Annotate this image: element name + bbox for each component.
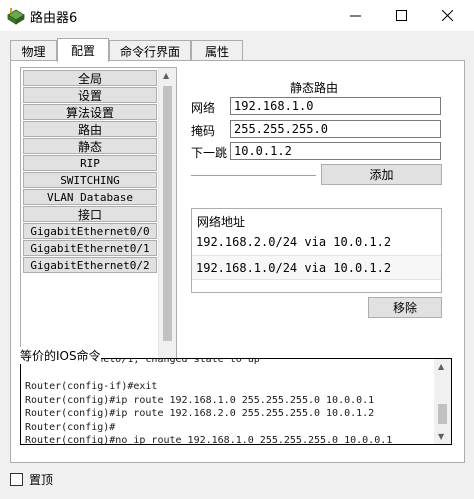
topmost-toggle[interactable]: 置顶 (10, 471, 53, 488)
mask-label: 掩码 (191, 124, 216, 138)
nav-scrollbar[interactable]: ▲ ▼ (158, 68, 176, 371)
nav-interface[interactable]: 接口 (23, 206, 157, 222)
maximize-icon (395, 10, 407, 21)
console-lines: GigabitEthernet0/1, changed state to up … (25, 359, 393, 445)
router-app-icon (7, 8, 25, 25)
topmost-label: 置顶 (29, 473, 54, 487)
minimize-button[interactable] (332, 0, 378, 31)
console-line: Router(config)# (25, 421, 116, 433)
window-title: 路由器6 (30, 11, 78, 26)
scroll-down-icon[interactable]: ▼ (438, 432, 444, 441)
ios-console[interactable]: GigabitEthernet0/1, changed state to up … (20, 358, 452, 445)
close-icon (441, 10, 453, 21)
nav-switching[interactable]: SWITCHING (23, 172, 157, 188)
nav-gig0-0[interactable]: GigabitEthernet0/0 (23, 223, 157, 239)
scroll-up-icon[interactable]: ▲ (438, 362, 444, 371)
nav-list: 全局 设置 算法设置 路由 静态 RIP SWITCHING VLAN Data… (23, 70, 157, 274)
console-line: Router(config)#ip route 192.168.1.0 255.… (25, 394, 375, 406)
tab-physical[interactable]: 物理 (10, 40, 57, 61)
network-input[interactable]: 192.168.1.0 (230, 97, 441, 115)
console-line: Router(config-if)#exit (25, 381, 158, 392)
nav-routing[interactable]: 路由 (23, 121, 157, 137)
ios-commands-label: 等价的IOS命令 (20, 347, 101, 364)
tab-config[interactable]: 配置 (57, 38, 109, 62)
network-label: 网络 (191, 101, 216, 115)
mask-input[interactable]: 255.255.255.0 (230, 120, 441, 138)
nav-algorithm-settings[interactable]: 算法设置 (23, 104, 157, 120)
minimize-icon (349, 15, 361, 17)
console-line: Router(config)#ip route 192.168.2.0 255.… (25, 408, 375, 419)
nav-gig0-2[interactable]: GigabitEthernet0/2 (23, 257, 157, 273)
route-row[interactable]: 192.168.2.0/24 via 10.0.1.2 (192, 230, 441, 255)
nexthop-input[interactable]: 10.0.1.2 (230, 142, 441, 160)
console-line: Router(config)#no ip route 192.168.1.0 2… (25, 435, 393, 445)
nexthop-label: 下一跳 (191, 146, 228, 160)
close-button[interactable] (424, 0, 470, 31)
nav-global[interactable]: 全局 (23, 70, 157, 86)
config-nav: 全局 设置 算法设置 路由 静态 RIP SWITCHING VLAN Data… (20, 67, 177, 372)
tab-cli[interactable]: 命令行界面 (109, 40, 191, 61)
maximize-button[interactable] (378, 0, 424, 31)
add-button[interactable]: 添加 (321, 164, 442, 185)
route-row[interactable]: 192.168.1.0/24 via 10.0.1.2 (192, 255, 441, 280)
console-scrollbar[interactable]: ▲ ▼ (434, 359, 451, 444)
divider (191, 175, 316, 176)
nav-scroll-thumb[interactable] (163, 86, 172, 341)
console-scroll-thumb[interactable] (438, 404, 447, 424)
nav-vlan-database[interactable]: VLAN Database (23, 189, 157, 205)
route-table-header: 网络地址 (197, 215, 246, 229)
scroll-up-icon[interactable]: ▲ (163, 71, 169, 80)
remove-button[interactable]: 移除 (368, 297, 442, 318)
nav-gig0-1[interactable]: GigabitEthernet0/1 (23, 240, 157, 256)
nav-rip[interactable]: RIP (23, 155, 157, 171)
tab-attributes[interactable]: 属性 (191, 40, 243, 61)
static-route-title: 静态路由 (290, 81, 339, 95)
title-bar: 路由器6 (0, 0, 474, 31)
topmost-checkbox[interactable] (10, 473, 23, 486)
nav-settings[interactable]: 设置 (23, 87, 157, 103)
route-table: 网络地址 192.168.2.0/24 via 10.0.1.2 192.168… (191, 208, 442, 293)
nav-static[interactable]: 静态 (23, 138, 157, 154)
